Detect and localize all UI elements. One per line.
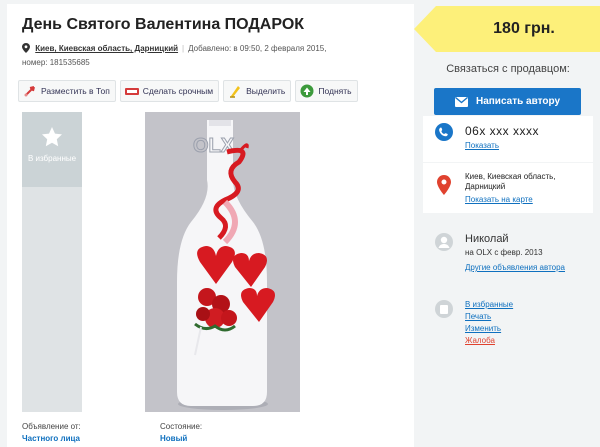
- highlight-icon: [230, 86, 241, 98]
- edit-link[interactable]: Изменить: [465, 324, 501, 333]
- listing-number: номер: 181535685: [22, 58, 90, 67]
- make-urgent-label: Сделать срочным: [142, 86, 214, 96]
- seller-type-label: Объявление от:: [22, 422, 81, 431]
- other-ads-link[interactable]: Другие объявления автора: [465, 261, 575, 274]
- location-pin-icon: [22, 43, 30, 53]
- address-text: Киев, Киевская область, Дарницкий: [465, 172, 556, 192]
- condition-label: Состояние:: [160, 422, 203, 431]
- map-pin-icon: [437, 175, 451, 195]
- address-panel: Киев, Киевская область, Дарницкий Показа…: [423, 163, 593, 213]
- phone-icon: [435, 123, 453, 141]
- promo-actions: Разместить в Топ Сделать срочным Выделит…: [18, 80, 358, 102]
- page-title: День Святого Валентина ПОДАРОК: [22, 16, 305, 33]
- photo-gallery: В избранные OLX: [22, 112, 410, 412]
- location-link[interactable]: Киев, Киевская область, Дарницкий: [35, 44, 178, 53]
- write-author-button[interactable]: Написать автору: [434, 88, 581, 115]
- report-link[interactable]: Жалоба: [465, 336, 495, 345]
- show-map-link[interactable]: Показать на карте: [465, 195, 533, 204]
- seller-type-value[interactable]: Частного лица: [22, 434, 142, 443]
- favorite-label: В избранные: [27, 154, 77, 163]
- print-link[interactable]: Печать: [465, 312, 491, 321]
- price: 180 грн.: [493, 20, 555, 37]
- write-author-label: Написать автору: [475, 96, 561, 107]
- raise-icon: [300, 84, 314, 98]
- seller-panel: Николай на OLX с февр. 2013 Другие объяв…: [423, 224, 593, 290]
- user-avatar-icon: [435, 233, 453, 251]
- promote-top-button[interactable]: Разместить в Топ: [18, 80, 116, 102]
- star-icon: [42, 127, 62, 147]
- seller-type: Объявление от: Частного лица: [22, 422, 142, 443]
- listing-card: День Святого Валентина ПОДАРОК Киев, Кие…: [7, 4, 414, 447]
- show-phone-link[interactable]: Показать: [465, 141, 499, 150]
- promote-top-label: Разместить в Топ: [41, 86, 110, 96]
- highlight-label: Выделить: [246, 86, 286, 96]
- highlight-button[interactable]: Выделить: [223, 80, 292, 102]
- raise-label: Поднять: [318, 86, 352, 96]
- added-date: Добавлено: в 09:50, 2 февраля 2015,: [188, 44, 327, 53]
- phone-number: 06x xxx xxxx: [465, 124, 540, 138]
- add-to-favorites-button[interactable]: В избранные: [22, 112, 82, 187]
- favorite-column: В избранные: [22, 112, 82, 412]
- envelope-icon: [454, 96, 468, 107]
- urgent-icon: [124, 88, 139, 95]
- raise-button[interactable]: Поднять: [295, 80, 358, 102]
- extra-links-panel: В избранные Печать Изменить Жалоба: [423, 292, 593, 352]
- location-line: Киев, Киевская область, Дарницкий | Добавл…: [22, 43, 326, 53]
- price-tag-text-wrap: 180 грн.: [414, 6, 600, 52]
- address-line-2: Дарницкий: [465, 182, 506, 191]
- add-favorite-link[interactable]: В избранные: [465, 300, 513, 309]
- make-urgent-button[interactable]: Сделать срочным: [119, 80, 220, 102]
- condition: Состояние: Новый: [160, 422, 260, 443]
- condition-value[interactable]: Новый: [160, 434, 260, 443]
- seller-name: Николай: [465, 233, 509, 245]
- seller-since: на OLX с февр. 2013: [465, 248, 543, 257]
- contact-seller-title: Связаться с продавцом:: [446, 63, 570, 75]
- listing-photo[interactable]: OLX: [145, 112, 300, 412]
- address-line-1: Киев, Киевская область,: [465, 172, 556, 181]
- rocket-icon: [24, 86, 35, 97]
- phone-panel: 06x xxx xxxx Показать: [423, 116, 593, 162]
- menu-dots-icon: [435, 300, 453, 318]
